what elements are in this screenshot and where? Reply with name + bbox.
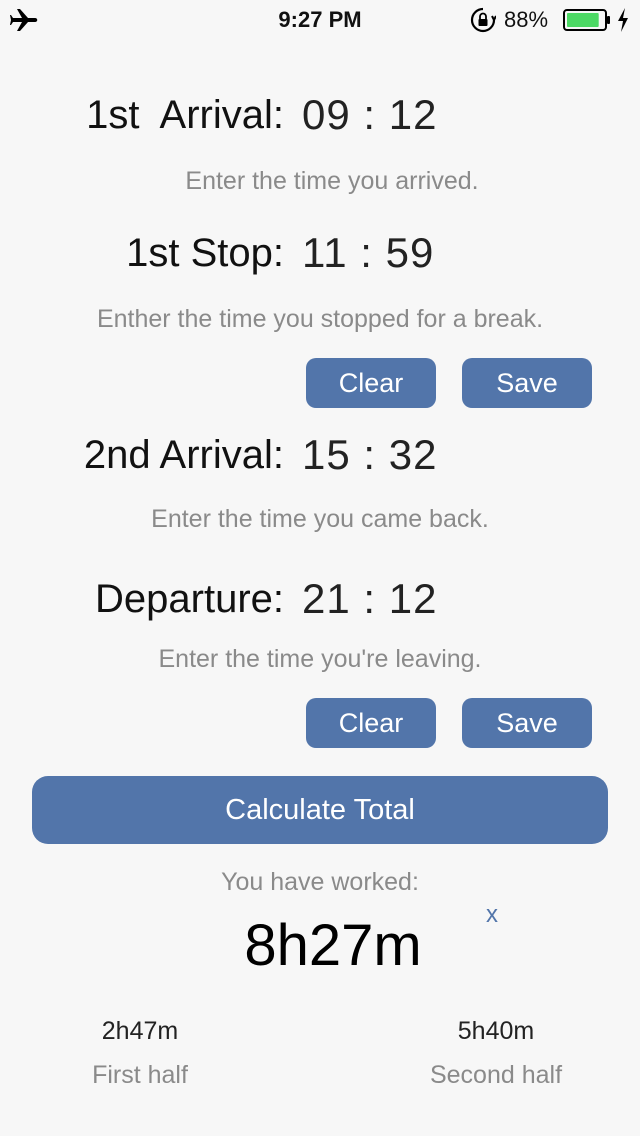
rotation-lock-icon — [470, 7, 496, 33]
departure-hint: Enter the time you're leaving. — [158, 645, 482, 673]
clear-first-half-button[interactable]: Clear — [306, 358, 436, 408]
first-stop-label: 1st Stop: — [126, 231, 284, 275]
first-arrival-label: 1st Arrival: — [86, 93, 284, 137]
save-second-half-button[interactable]: Save — [462, 698, 592, 748]
second-arrival-label: 2nd Arrival: — [83, 433, 284, 477]
first-arrival-time-field[interactable]: 09 : 12 — [302, 90, 437, 140]
worked-label: You have worked: — [221, 868, 419, 896]
departure-row: Departure: 21 : 12 — [0, 574, 640, 624]
first-half-label: First half — [92, 1061, 188, 1089]
battery-percent: 88% — [504, 7, 549, 32]
calculate-total-button[interactable]: Calculate Total — [32, 776, 608, 844]
charging-bolt-icon — [618, 8, 628, 32]
first-arrival-row: 1st Arrival: 09 : 12 — [0, 90, 640, 140]
departure-time-field[interactable]: 21 : 12 — [302, 574, 437, 624]
second-half-value: 5h40m — [457, 1017, 535, 1045]
second-arrival-row: 2nd Arrival: 15 : 32 — [0, 430, 640, 480]
first-stop-time-field[interactable]: 11 : 59 — [302, 228, 434, 278]
first-half-value: 2h47m — [101, 1017, 179, 1045]
save-first-half-button[interactable]: Save — [462, 358, 592, 408]
first-stop-hint: Enther the time you stopped for a break. — [96, 305, 544, 333]
second-arrival-hint: Enter the time you came back. — [151, 505, 489, 533]
battery-icon — [563, 9, 610, 31]
first-stop-row: 1st Stop: 11 : 59 — [0, 228, 640, 278]
first-arrival-hint: Enter the time you arrived. — [185, 167, 479, 195]
second-half-label: Second half — [429, 1061, 563, 1089]
departure-label: Departure: — [95, 577, 284, 621]
clear-second-half-button[interactable]: Clear — [306, 698, 436, 748]
second-arrival-time-field[interactable]: 15 : 32 — [302, 430, 437, 480]
status-bar: 9:27 PM 88% — [0, 0, 640, 40]
total-worked: 8h27m — [244, 913, 422, 978]
